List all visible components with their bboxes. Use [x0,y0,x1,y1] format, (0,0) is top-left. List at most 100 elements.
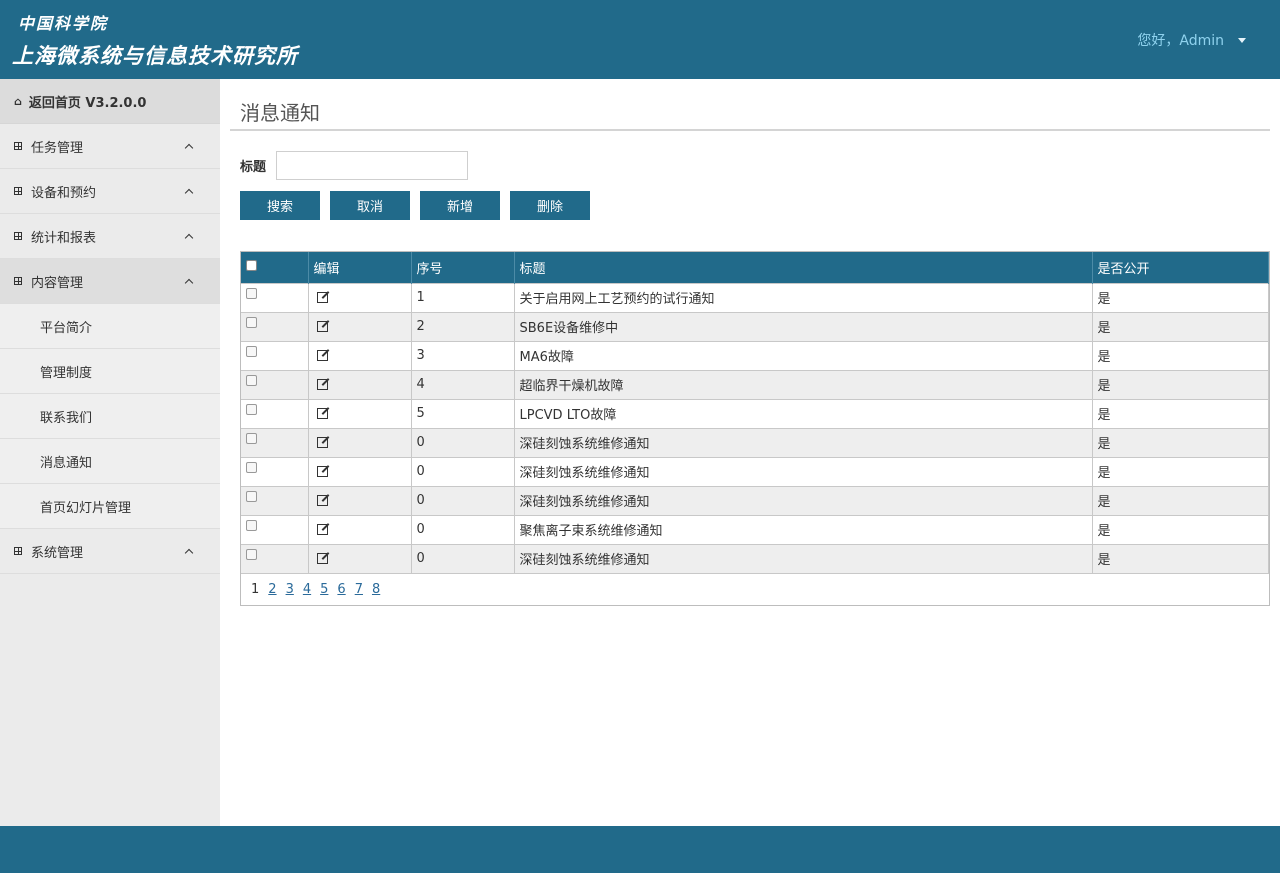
row-checkbox[interactable] [246,491,257,502]
chevron-up-icon [184,548,194,558]
sidebar-item-system[interactable]: 系统管理 [0,529,220,574]
sidebar-subitem-slides[interactable]: 首页幻灯片管理 [0,484,220,529]
edit-icon[interactable] [316,524,328,535]
row-select-cell [241,369,309,399]
edit-icon[interactable] [316,408,328,419]
sidebar-item-reports[interactable]: 统计和报表 [0,214,220,259]
column-header-public: 是否公开 [1092,252,1269,283]
row-select-cell [241,427,309,457]
chevron-up-icon [184,143,194,153]
sidebar-item-label: 设备和预约 [31,185,97,201]
main-content: 消息通知 标题 搜索 取消 新增 删除 编辑 序号 标题 是否公开 1 关于启用网 [230,79,1270,606]
row-public: 是 [1092,514,1269,544]
edit-icon[interactable] [316,292,328,303]
table-row: 5 LPCVD LTO故障是 [241,398,1269,428]
row-checkbox[interactable] [246,317,257,328]
sidebar-subitem-contact[interactable]: 联系我们 [0,394,220,439]
logo-line2: 上海微系统与信息技术研究所 [12,43,298,68]
sidebar-subitem-intro[interactable]: 平台简介 [0,304,220,349]
row-title: 关于启用网上工艺预约的试行通知 [514,282,1093,312]
edit-icon[interactable] [316,379,328,390]
row-title: SB6E设备维修中 [514,311,1093,341]
row-checkbox[interactable] [246,520,257,531]
action-buttons: 搜索 取消 新增 删除 [230,191,1270,220]
delete-button[interactable]: 删除 [510,191,590,220]
row-checkbox[interactable] [246,404,257,415]
sidebar-subitem-rules[interactable]: 管理制度 [0,349,220,394]
table-row: 3 MA6故障是 [241,340,1269,370]
row-public: 是 [1092,340,1269,370]
pager-link[interactable]: 4 [303,582,311,597]
row-checkbox[interactable] [246,549,257,561]
row-title: LPCVD LTO故障 [514,398,1093,428]
row-edit-cell [308,427,412,457]
sidebar: ⌂ 返回首页 V3.2.0.0 任务管理 设备和预约 统计和报表 内容管理 平台… [0,79,220,826]
row-seq: 3 [411,340,515,370]
row-checkbox[interactable] [246,346,257,357]
row-seq: 2 [411,311,515,341]
row-seq: 0 [411,514,515,544]
pager-link[interactable]: 3 [286,582,294,597]
select-all-checkbox[interactable] [246,259,257,271]
row-public: 是 [1092,456,1269,486]
row-checkbox[interactable] [246,433,257,444]
row-checkbox[interactable] [246,375,257,386]
pager-link[interactable]: 8 [372,582,380,597]
edit-icon[interactable] [316,437,328,448]
title-search-input[interactable] [276,151,469,180]
pager-link[interactable]: 5 [320,582,328,597]
row-seq: 5 [411,398,515,428]
row-title: 深硅刻蚀系统维修通知 [514,543,1093,573]
row-select-cell [241,514,309,544]
row-edit-cell [308,456,412,486]
top-header: 中国科学院 上海微系统与信息技术研究所 您好，Admin [0,0,1280,79]
search-row: 标题 [230,151,1270,180]
row-title: 超临界干燥机故障 [514,369,1093,399]
row-seq: 4 [411,369,515,399]
row-title: 深硅刻蚀系统维修通知 [514,427,1093,457]
grid-icon [14,232,22,240]
pagination: 1 2 3 4 5 6 7 8 [241,573,1269,605]
row-title: MA6故障 [514,340,1093,370]
edit-icon[interactable] [316,495,328,506]
table-row: 4 超临界干燥机故障是 [241,369,1269,399]
sidebar-home[interactable]: ⌂ 返回首页 V3.2.0.0 [0,79,220,124]
grid-icon [14,187,22,195]
sidebar-subitem-notices[interactable]: 消息通知 [0,439,220,484]
table-row: 0 深硅刻蚀系统维修通知是 [241,485,1269,515]
pager-link[interactable]: 2 [268,582,276,597]
row-checkbox[interactable] [246,462,257,473]
edit-icon[interactable] [316,321,328,332]
page-footer [0,826,1280,873]
user-menu[interactable]: 您好，Admin [1137,30,1246,50]
add-button[interactable]: 新增 [420,191,500,220]
edit-icon[interactable] [316,350,328,361]
search-button[interactable]: 搜索 [240,191,320,220]
row-title: 深硅刻蚀系统维修通知 [514,485,1093,515]
row-select-cell [241,398,309,428]
pager-link[interactable]: 7 [355,582,363,597]
search-label: 标题 [240,160,267,175]
row-edit-cell [308,282,412,312]
sidebar-item-tasks[interactable]: 任务管理 [0,124,220,169]
row-public: 是 [1092,398,1269,428]
pager-link[interactable]: 6 [337,582,345,597]
column-header-title: 标题 [514,252,1093,283]
row-title: 深硅刻蚀系统维修通知 [514,456,1093,486]
row-public: 是 [1092,485,1269,515]
row-edit-cell [308,340,412,370]
sidebar-item-content[interactable]: 内容管理 [0,259,220,304]
pager-current: 1 [251,582,260,597]
chevron-up-icon [184,188,194,198]
row-public: 是 [1092,427,1269,457]
edit-icon[interactable] [316,466,328,477]
chevron-up-icon [184,278,194,288]
row-edit-cell [308,514,412,544]
cancel-button[interactable]: 取消 [330,191,410,220]
table-row: 0 聚焦离子束系统维修通知是 [241,514,1269,544]
institute-logo: 中国科学院 上海微系统与信息技术研究所 [12,10,298,70]
row-checkbox[interactable] [246,288,257,299]
table-row: 0 深硅刻蚀系统维修通知是 [241,456,1269,486]
edit-icon[interactable] [316,553,328,565]
sidebar-item-equipment[interactable]: 设备和预约 [0,169,220,214]
